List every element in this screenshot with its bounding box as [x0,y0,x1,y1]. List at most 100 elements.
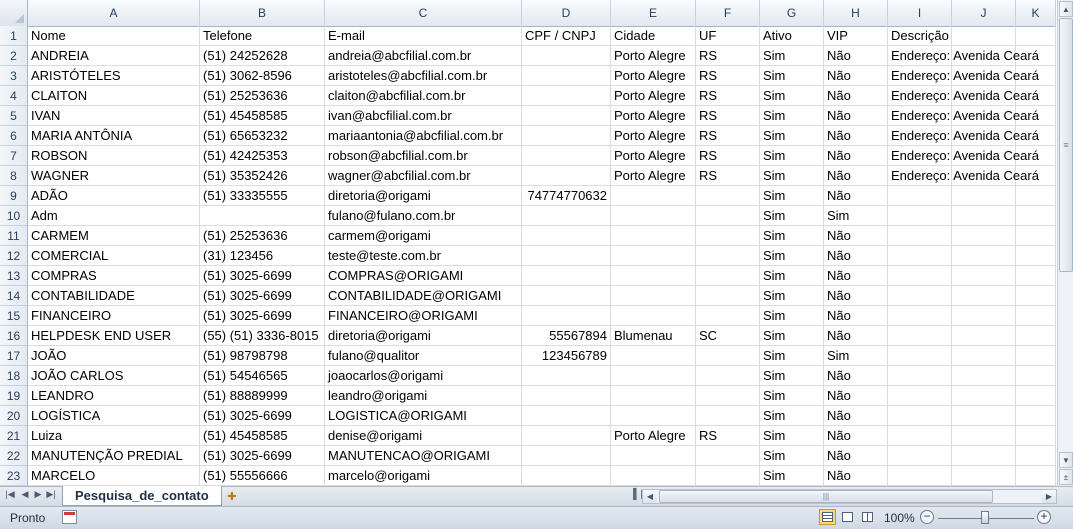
cell-j13[interactable] [952,266,1016,286]
zoom-slider-thumb[interactable] [981,511,989,524]
cell-i16[interactable] [888,326,952,346]
cell-g3[interactable]: Sim [760,66,824,86]
cell-c19[interactable]: leandro@origami [325,386,522,406]
cell-a4[interactable]: CLAITON [28,86,200,106]
cell-j1[interactable] [952,26,1016,46]
cell-i7[interactable]: Endereço: Avenida Ceará [888,146,1039,166]
cell-d2[interactable] [522,46,611,66]
row-header[interactable]: 11 [0,226,28,246]
cell-h8[interactable]: Não [824,166,888,186]
cell-i1[interactable]: Descrição [888,26,952,46]
cell-b23[interactable]: (51) 55556666 [200,466,325,486]
cell-c12[interactable]: teste@teste.com.br [325,246,522,266]
cell-a21[interactable]: Luiza [28,426,200,446]
cell-f7[interactable]: RS [696,146,760,166]
cell-i23[interactable] [888,466,952,486]
cell-b8[interactable]: (51) 35352426 [200,166,325,186]
cell-f17[interactable] [696,346,760,366]
cell-a15[interactable]: FINANCEIRO [28,306,200,326]
cell-a8[interactable]: WAGNER [28,166,200,186]
cell-h15[interactable]: Não [824,306,888,326]
cell-c7[interactable]: robson@abcfilial.com.br [325,146,522,166]
cell-h4[interactable]: Não [824,86,888,106]
cell-j12[interactable] [952,246,1016,266]
cell-k9[interactable] [1016,186,1056,206]
cell-b21[interactable]: (51) 45458585 [200,426,325,446]
cell-d8[interactable] [522,166,611,186]
cell-k1[interactable] [1016,26,1056,46]
cell-d13[interactable] [522,266,611,286]
cell-c11[interactable]: carmem@origami [325,226,522,246]
cell-k11[interactable] [1016,226,1056,246]
cell-a9[interactable]: ADÃO [28,186,200,206]
cell-g4[interactable]: Sim [760,86,824,106]
scroll-right-icon[interactable]: ▶ [1042,490,1056,503]
row-header[interactable]: 5 [0,106,28,126]
row-header[interactable]: 21 [0,426,28,446]
cell-b15[interactable]: (51) 3025-6699 [200,306,325,326]
column-header-h[interactable]: H [824,0,888,26]
cell-i3[interactable]: Endereço: Avenida Ceará [888,66,1039,86]
cell-e19[interactable] [611,386,696,406]
cell-e15[interactable] [611,306,696,326]
cell-f14[interactable] [696,286,760,306]
cell-j22[interactable] [952,446,1016,466]
cell-c10[interactable]: fulano@fulano.com.br [325,206,522,226]
row-header[interactable]: 3 [0,66,28,86]
cell-c22[interactable]: MANUTENCAO@ORIGAMI [325,446,522,466]
prev-sheet-icon[interactable]: ◀ [19,489,31,500]
cell-b19[interactable]: (51) 88889999 [200,386,325,406]
cell-h11[interactable]: Não [824,226,888,246]
cell-e5[interactable]: Porto Alegre [611,106,696,126]
insert-sheet-icon[interactable]: ✚ [222,489,242,504]
cell-h22[interactable]: Não [824,446,888,466]
zoom-level[interactable]: 100% [884,511,915,525]
cell-a7[interactable]: ROBSON [28,146,200,166]
cell-e20[interactable] [611,406,696,426]
cell-c4[interactable]: claiton@abcfilial.com.br [325,86,522,106]
cell-f16[interactable]: SC [696,326,760,346]
cell-c18[interactable]: joaocarlos@origami [325,366,522,386]
cell-h17[interactable]: Sim [824,346,888,366]
cell-e9[interactable] [611,186,696,206]
cell-b2[interactable]: (51) 24252628 [200,46,325,66]
cell-h6[interactable]: Não [824,126,888,146]
spreadsheet-grid[interactable]: ABCDEFGHIJK 1 Nome Telefone E-mail CPF / CNP… [0,0,1057,486]
cell-f13[interactable] [696,266,760,286]
cell-e1[interactable]: Cidade [611,26,696,46]
row-header[interactable]: 1 [0,26,28,46]
cell-a18[interactable]: JOÃO CARLOS [28,366,200,386]
column-header-c[interactable]: C [325,0,522,26]
cell-d5[interactable] [522,106,611,126]
cell-c8[interactable]: wagner@abcfilial.com.br [325,166,522,186]
cell-h1[interactable]: VIP [824,26,888,46]
cell-a19[interactable]: LEANDRO [28,386,200,406]
cell-a20[interactable]: LOGÍSTICA [28,406,200,426]
cell-h5[interactable]: Não [824,106,888,126]
cell-a13[interactable]: COMPRAS [28,266,200,286]
cell-g1[interactable]: Ativo [760,26,824,46]
cell-f8[interactable]: RS [696,166,760,186]
cell-b11[interactable]: (51) 25253636 [200,226,325,246]
cell-h18[interactable]: Não [824,366,888,386]
cell-j14[interactable] [952,286,1016,306]
cell-g11[interactable]: Sim [760,226,824,246]
cell-f22[interactable] [696,446,760,466]
cell-b4[interactable]: (51) 25253636 [200,86,325,106]
macro-record-icon[interactable] [62,510,77,524]
column-header-b[interactable]: B [200,0,325,26]
cell-f5[interactable]: RS [696,106,760,126]
cell-d10[interactable] [522,206,611,226]
cell-f3[interactable]: RS [696,66,760,86]
cell-i4[interactable]: Endereço: Avenida Ceará [888,86,1039,106]
cell-e16[interactable]: Blumenau [611,326,696,346]
cell-g6[interactable]: Sim [760,126,824,146]
column-header-i[interactable]: I [888,0,952,26]
cell-d22[interactable] [522,446,611,466]
cell-j23[interactable] [952,466,1016,486]
cell-h14[interactable]: Não [824,286,888,306]
cell-g17[interactable]: Sim [760,346,824,366]
cell-g22[interactable]: Sim [760,446,824,466]
cell-j16[interactable] [952,326,1016,346]
cell-c6[interactable]: mariaantonia@abcfilial.com.br [325,126,522,146]
